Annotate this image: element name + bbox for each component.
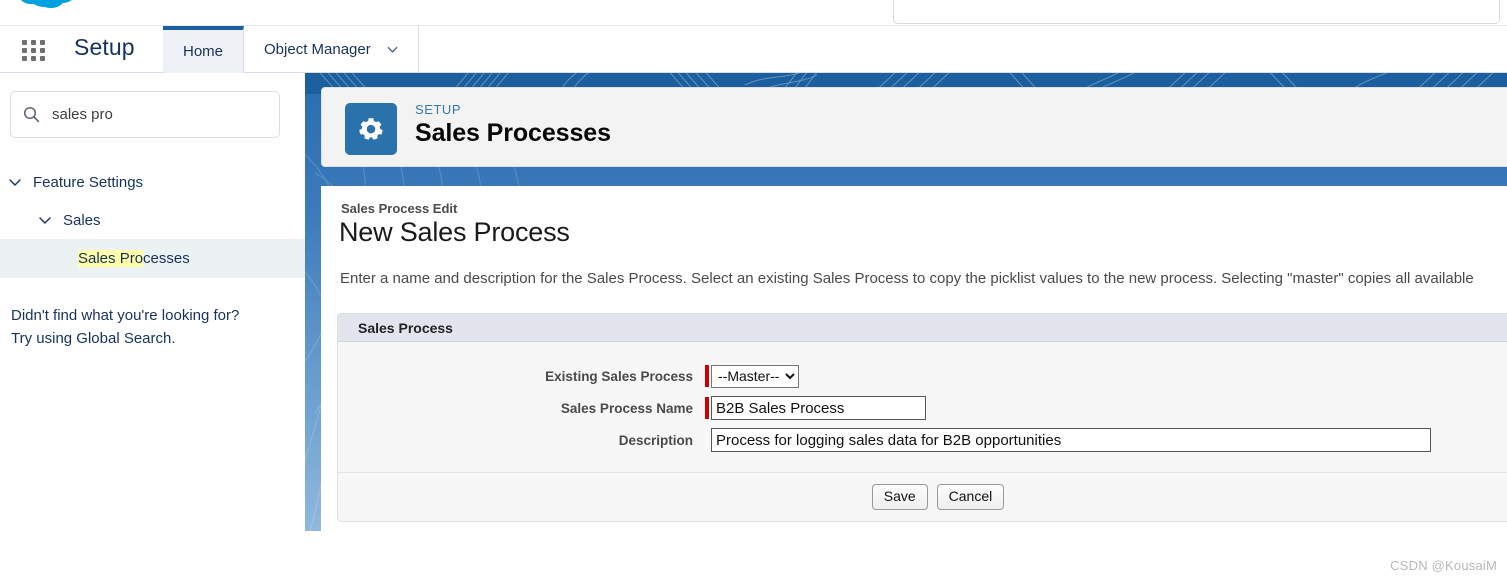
search-match-highlight: Sales Pro bbox=[78, 250, 144, 267]
search-icon bbox=[23, 106, 40, 123]
tab-object-manager-label: Object Manager bbox=[264, 41, 371, 58]
form-action-bar: Save Cancel bbox=[338, 472, 1507, 521]
watermark: CSDN @KousaiM bbox=[1390, 558, 1497, 573]
app-launcher-icon[interactable] bbox=[18, 37, 50, 63]
setup-header: Setup Home Object Manager bbox=[0, 26, 1507, 73]
required-indicator bbox=[705, 397, 709, 419]
setup-tabs: Home Object Manager bbox=[163, 26, 419, 73]
quick-find-input[interactable]: sales pro bbox=[10, 91, 280, 138]
required-indicator bbox=[705, 365, 709, 387]
process-name-input[interactable] bbox=[711, 396, 926, 420]
form-page-title: New Sales Process bbox=[339, 217, 570, 247]
page-title: Sales Processes bbox=[415, 119, 611, 147]
breadcrumb: Sales Process Edit bbox=[341, 201, 458, 216]
chevron-down-icon[interactable] bbox=[387, 44, 398, 55]
process-name-label: Sales Process Name bbox=[560, 400, 693, 416]
sidebar-help-note-line2: Try using Global Search. bbox=[11, 330, 176, 348]
sidebar-help-note-line1: Didn't find what you're looking for? bbox=[11, 307, 240, 324]
sidebar-item-sales-processes[interactable]: Sales Processes bbox=[0, 239, 305, 278]
quick-find-value: sales pro bbox=[52, 106, 113, 123]
sidebar-item-sales[interactable]: Sales bbox=[0, 201, 305, 239]
setup-tree: Feature Settings Sales Sales Processes bbox=[0, 163, 305, 278]
search-match-rest: cesses bbox=[143, 250, 190, 267]
form-rows: Existing Sales Process --Master-- Sales … bbox=[338, 342, 1507, 456]
form-section-title: Sales Process bbox=[338, 314, 1507, 342]
description-input[interactable] bbox=[711, 428, 1431, 452]
form-row-process-name: Sales Process Name bbox=[338, 392, 1507, 424]
save-button[interactable]: Save bbox=[871, 484, 928, 510]
form-row-description: Description bbox=[338, 424, 1507, 456]
global-search-input[interactable] bbox=[893, 0, 1500, 24]
salesforce-cloud-logo[interactable] bbox=[14, 0, 88, 26]
setup-page: Setup Home Object Manager sales pro Feat… bbox=[0, 0, 1507, 579]
sidebar-item-sales-processes-label: Sales Processes bbox=[78, 250, 190, 267]
form-row-existing-process: Existing Sales Process --Master-- bbox=[338, 360, 1507, 392]
sidebar-item-feature-settings[interactable]: Feature Settings bbox=[0, 163, 305, 201]
form-intro-text: Enter a name and description for the Sal… bbox=[340, 270, 1474, 287]
gear-icon bbox=[345, 103, 397, 155]
chevron-down-icon[interactable] bbox=[8, 175, 22, 189]
cancel-button[interactable]: Cancel bbox=[936, 484, 1005, 510]
bottom-white-band bbox=[305, 531, 1507, 579]
main-content-area: SETUP Sales Processes Sales Process Edit… bbox=[305, 73, 1507, 579]
tab-home-label: Home bbox=[183, 43, 224, 60]
gear-icon-glyph bbox=[359, 118, 383, 140]
setup-title: Setup bbox=[74, 34, 135, 60]
existing-process-select[interactable]: --Master-- bbox=[711, 364, 799, 388]
sales-process-form-panel: Sales Process Existing Sales Process --M… bbox=[337, 313, 1507, 522]
tab-home[interactable]: Home bbox=[163, 26, 245, 73]
existing-process-label: Existing Sales Process bbox=[545, 368, 693, 384]
global-header-bar bbox=[0, 0, 1507, 26]
page-header-eyebrow: SETUP bbox=[415, 102, 462, 117]
chevron-down-icon[interactable] bbox=[38, 213, 52, 227]
sidebar-item-sales-label: Sales bbox=[63, 211, 101, 229]
page-header-card: SETUP Sales Processes bbox=[321, 87, 1507, 167]
description-label: Description bbox=[618, 432, 693, 448]
setup-sidebar: sales pro Feature Settings Sales Sales P… bbox=[0, 73, 305, 579]
sidebar-help-note: Didn't find what you're looking for? Try… bbox=[11, 304, 291, 351]
tab-object-manager[interactable]: Object Manager bbox=[244, 26, 419, 73]
content-card: Sales Process Edit New Sales Process Ent… bbox=[321, 186, 1507, 531]
sidebar-item-feature-settings-label: Feature Settings bbox=[33, 173, 144, 191]
